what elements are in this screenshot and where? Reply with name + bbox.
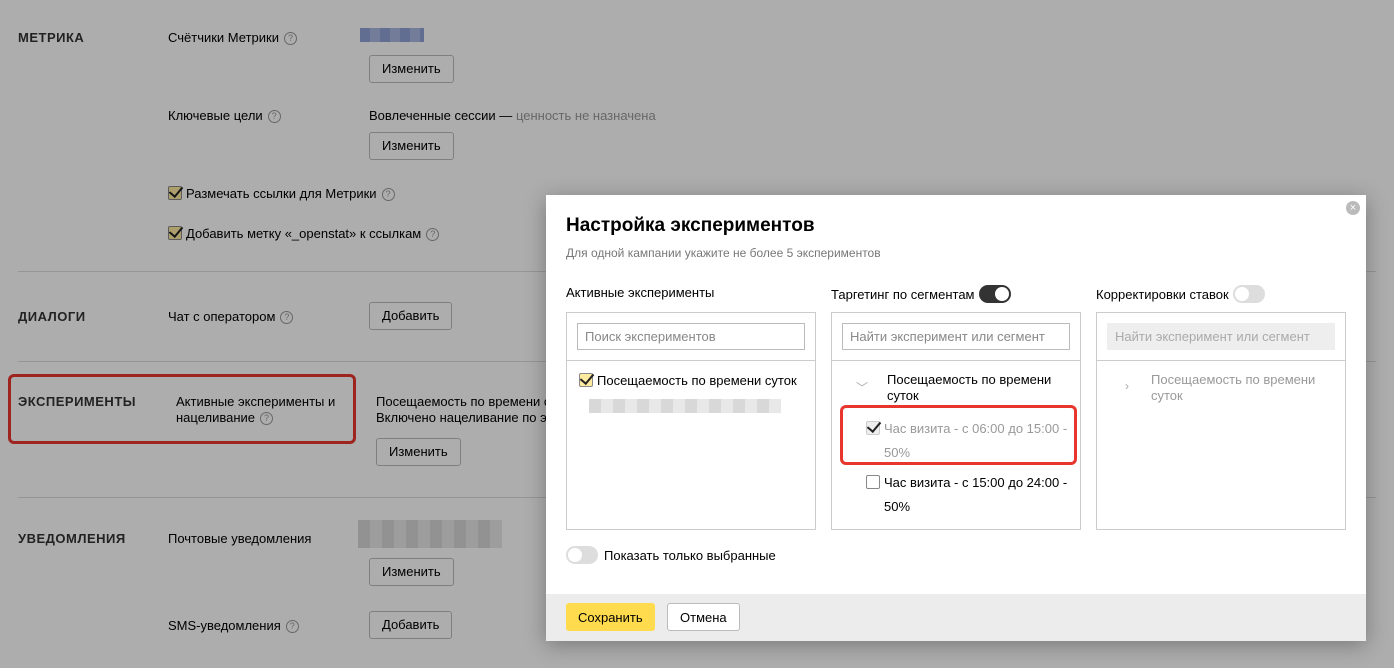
checkbox-icon[interactable] xyxy=(579,373,593,387)
bid-search-input xyxy=(1107,323,1335,350)
chevron-right-icon[interactable]: › xyxy=(1125,379,1129,393)
modal-subtitle: Для одной кампании укажите не более 5 эк… xyxy=(566,246,881,260)
modal-title: Настройка экспериментов xyxy=(566,215,815,236)
segment-targeting-toggle[interactable] xyxy=(978,285,1011,303)
active-experiments-panel: Посещаемость по времени суток xyxy=(566,312,816,530)
cancel-button[interactable]: Отмена xyxy=(667,603,740,631)
experiments-search-input[interactable] xyxy=(577,323,805,350)
segment-search-input[interactable] xyxy=(842,323,1070,350)
experiments-modal: × Настройка экспериментов Для одной камп… xyxy=(546,195,1366,641)
save-button[interactable]: Сохранить xyxy=(566,603,655,631)
highlight-box xyxy=(840,405,1077,465)
active-experiments-header: Активные эксперименты xyxy=(566,285,715,300)
close-icon[interactable]: × xyxy=(1346,201,1360,215)
modal-footer: Сохранить Отмена xyxy=(546,594,1366,641)
show-selected-toggle-row[interactable]: Показать только выбранные xyxy=(566,546,776,564)
segment-group: Посещаемость по времени суток xyxy=(887,372,1052,403)
segment-item-2[interactable]: Час визита - с 15:00 до 24:00 -50% xyxy=(866,471,1067,519)
bid-adjustments-header: Корректировки ставок xyxy=(1096,285,1265,303)
show-selected-toggle[interactable] xyxy=(566,546,598,564)
bid-group: Посещаемость по времени суток xyxy=(1151,372,1316,403)
bid-adjustments-panel: › Посещаемость по временисуток xyxy=(1096,312,1346,530)
segment-targeting-header: Таргетинг по сегментам xyxy=(831,285,1011,303)
experiment-item[interactable]: Посещаемость по времени суток xyxy=(579,373,797,389)
checkbox-icon[interactable] xyxy=(866,475,880,489)
bid-adjustments-toggle[interactable] xyxy=(1232,285,1265,303)
redacted-text xyxy=(589,399,781,413)
chevron-down-icon[interactable]: ﹀ xyxy=(856,379,868,396)
